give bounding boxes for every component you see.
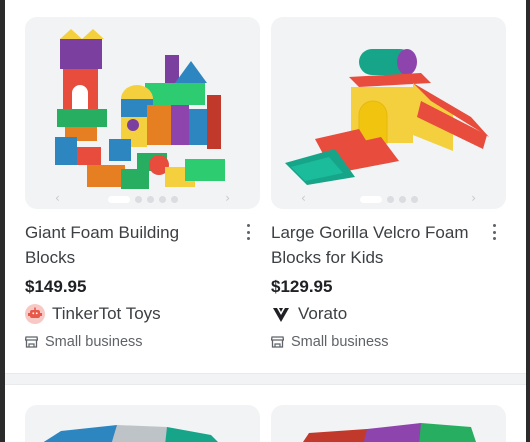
product-card-3-partial[interactable] bbox=[25, 405, 260, 442]
carousel-dot[interactable] bbox=[134, 196, 142, 203]
foam-climber-image bbox=[303, 423, 476, 442]
seller-row[interactable]: Vorato bbox=[271, 304, 347, 324]
carousel-dot[interactable] bbox=[359, 196, 382, 203]
seller-name: Vorato bbox=[298, 304, 348, 323]
device-frame-right bbox=[526, 0, 530, 442]
product-card-4-partial[interactable] bbox=[271, 405, 506, 442]
carousel-dots bbox=[271, 196, 506, 203]
storefront-icon bbox=[270, 336, 285, 348]
product-price: $129.95 bbox=[271, 277, 333, 296]
product-title[interactable]: Giant Foam Building Blocks bbox=[25, 220, 225, 270]
foam-climbing-blocks-image bbox=[285, 49, 489, 185]
product-image-carousel[interactable]: ‹ › bbox=[271, 17, 506, 209]
carousel-dot[interactable] bbox=[386, 196, 394, 203]
badge-label: Small business bbox=[291, 334, 389, 350]
storefront-icon bbox=[24, 336, 39, 348]
small-business-badge: Small business bbox=[24, 334, 143, 350]
carousel-dots bbox=[25, 196, 260, 203]
carousel-dot[interactable] bbox=[146, 196, 154, 203]
foam-blocks-castle-image bbox=[55, 29, 225, 189]
section-divider bbox=[5, 373, 526, 385]
toy-robot-icon bbox=[25, 304, 45, 324]
vorato-v-icon bbox=[271, 304, 291, 324]
product-title[interactable]: Large Gorilla Velcro Foam Blocks for Kid… bbox=[271, 220, 471, 270]
small-business-badge: Small business bbox=[270, 334, 389, 350]
carousel-dot[interactable] bbox=[410, 196, 418, 203]
carousel-dot[interactable] bbox=[158, 196, 166, 203]
more-options-icon[interactable] bbox=[243, 222, 253, 242]
foam-mats-image bbox=[43, 425, 218, 442]
carousel-dot[interactable] bbox=[398, 196, 406, 203]
carousel-dot[interactable] bbox=[107, 196, 130, 203]
carousel-dot[interactable] bbox=[170, 196, 178, 203]
seller-row[interactable]: TinkerTot Toys bbox=[25, 304, 161, 324]
seller-name: TinkerTot Toys bbox=[52, 304, 161, 323]
product-price: $149.95 bbox=[25, 277, 87, 296]
badge-label: Small business bbox=[45, 334, 143, 350]
more-options-icon[interactable] bbox=[489, 222, 499, 242]
product-image-carousel[interactable]: ‹ › bbox=[25, 17, 260, 209]
